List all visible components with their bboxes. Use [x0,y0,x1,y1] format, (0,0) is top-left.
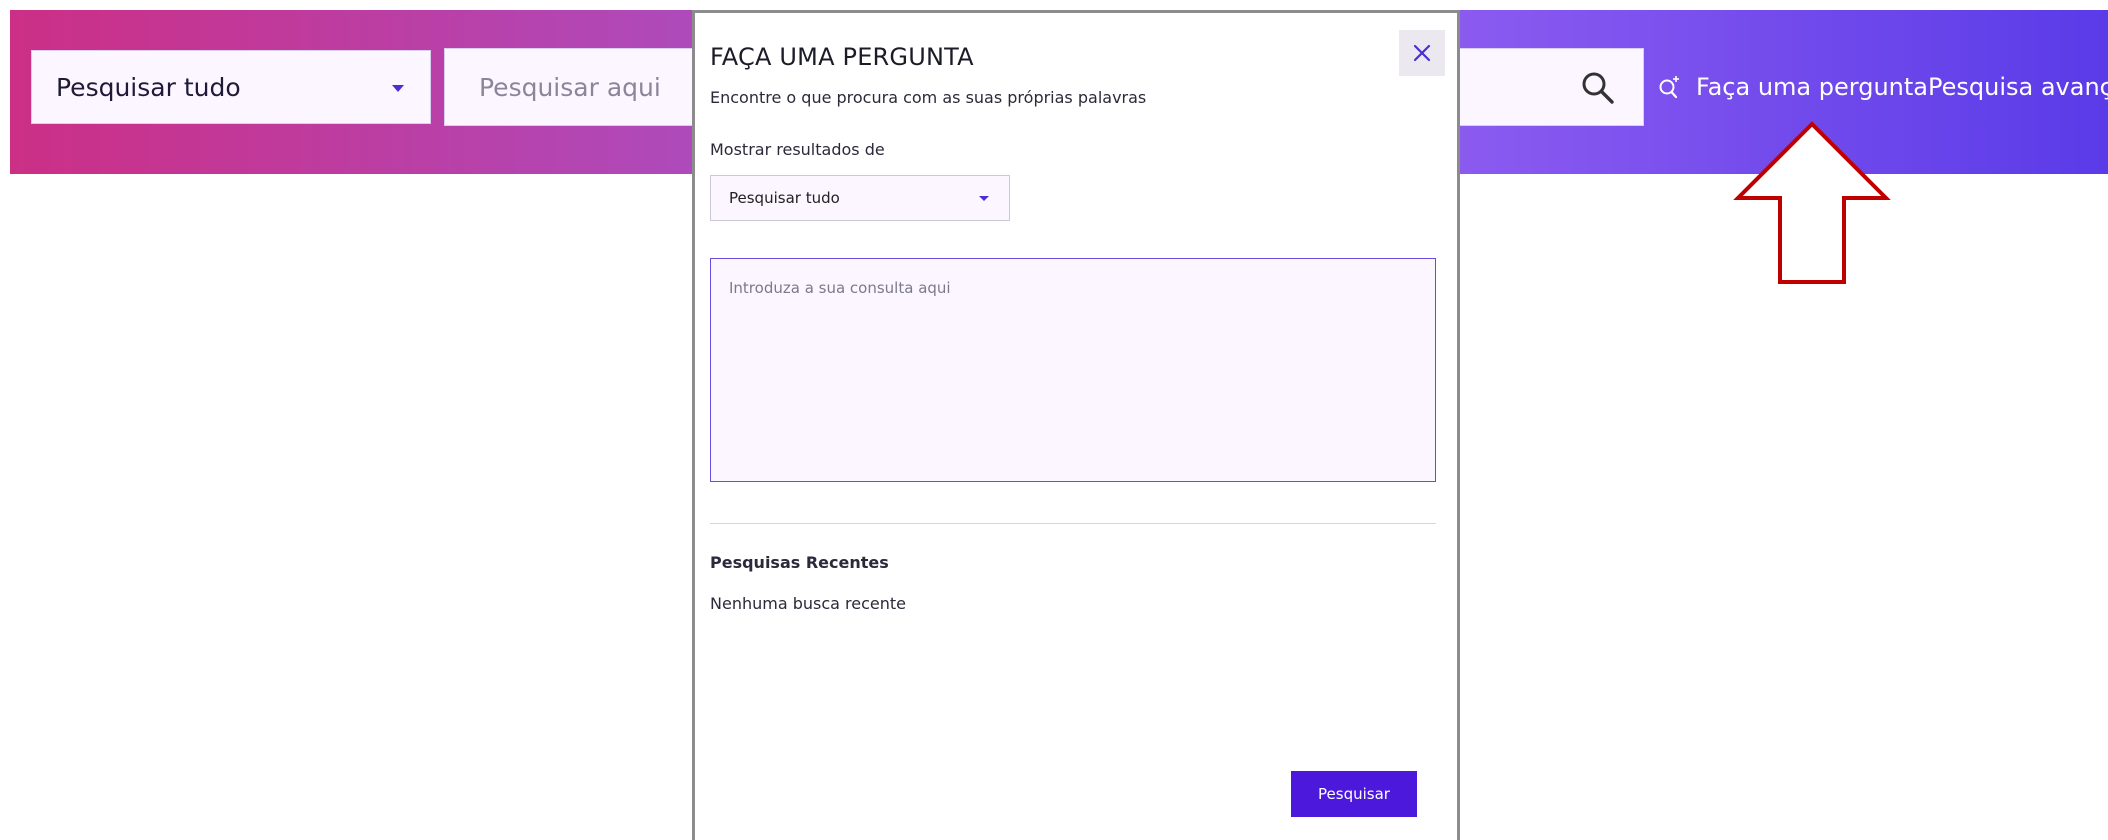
caret-down-icon [392,85,404,92]
close-icon [1413,44,1431,62]
sparkle-search-icon [1658,74,1682,100]
modal-scope-select[interactable]: Pesquisar tudo [710,175,1010,221]
recent-searches-heading: Pesquisas Recentes [710,553,889,572]
scope-select[interactable]: Pesquisar tudo [31,50,431,124]
submit-search-button[interactable]: Pesquisar [1291,771,1417,817]
results-scope-label: Mostrar resultados de [710,140,885,159]
ask-question-modal: FAÇA UMA PERGUNTA Encontre o que procura… [692,10,1460,840]
up-arrow-annotation [1733,121,1891,284]
modal-scope-select-value: Pesquisar tudo [729,189,840,207]
recent-searches-empty: Nenhuma busca recente [710,594,906,613]
advanced-search-label: Pesquisa avançada [1928,73,2108,101]
query-textarea[interactable] [710,258,1436,482]
caret-down-icon [979,196,989,201]
search-icon [1582,72,1614,104]
search-button[interactable] [1570,60,1626,116]
close-button[interactable] [1399,30,1445,76]
scope-select-value: Pesquisar tudo [56,72,241,102]
advanced-search-link[interactable]: Pesquisa avançada [1928,62,2108,112]
ask-question-label: Faça uma pergunta [1696,73,1928,101]
divider [710,523,1436,524]
ask-question-link[interactable]: Faça uma pergunta [1658,62,1928,112]
modal-subtitle: Encontre o que procura com as suas própr… [710,88,1147,107]
modal-title: FAÇA UMA PERGUNTA [710,43,974,71]
